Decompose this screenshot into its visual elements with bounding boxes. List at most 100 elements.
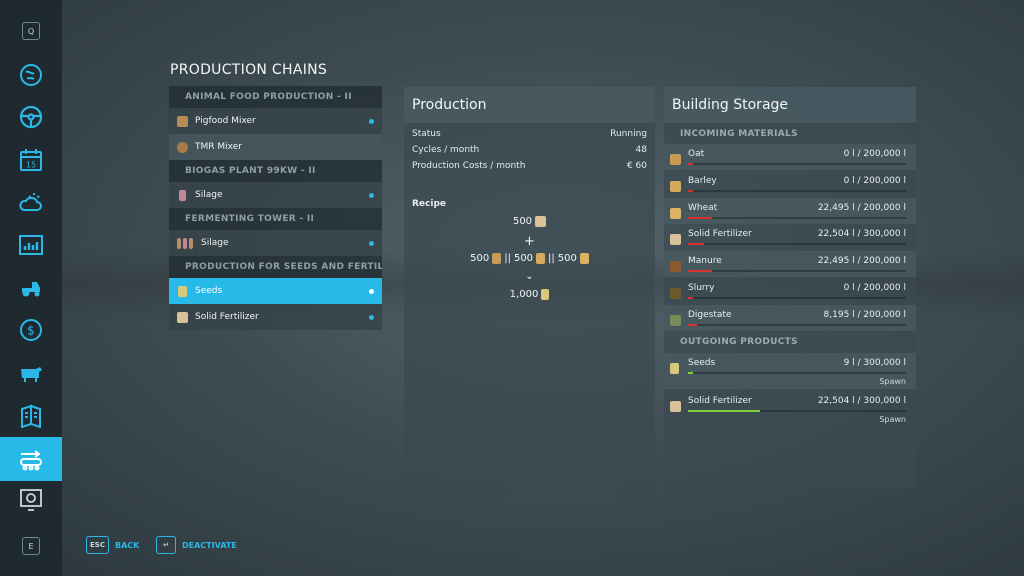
- group-header-seeds-fertilizer[interactable]: PRODUCTION FOR SEEDS AND FERTILIZ…: [169, 256, 382, 278]
- vehicles-button[interactable]: [0, 266, 62, 308]
- back-button[interactable]: ESC BACK: [86, 536, 139, 554]
- tmr-icon: [175, 140, 189, 154]
- group-header-fermenting-tower[interactable]: FERMENTING TOWER - II: [169, 208, 382, 230]
- animals-icon: [21, 367, 42, 382]
- list-item-label: Silage: [195, 190, 223, 200]
- material-quantity: 0 l / 200,000 l: [843, 283, 906, 293]
- contracts-icon: [21, 404, 41, 428]
- fill-level-bar: [688, 189, 906, 192]
- production-chain-list: ANIMAL FOOD PRODUCTION - II Pigfood Mixe…: [169, 86, 382, 330]
- digestate-icon: [670, 311, 683, 326]
- statistics-button[interactable]: [0, 224, 62, 266]
- fill-level: [688, 410, 760, 412]
- map-button[interactable]: [0, 54, 62, 96]
- finances-button[interactable]: $: [0, 309, 62, 351]
- incoming-row-wheat[interactable]: Wheat 22,495 l / 200,000 l: [664, 197, 916, 224]
- fill-level-bar: [688, 297, 906, 299]
- outgoing-products-header: OUTGOING PRODUCTS: [680, 337, 798, 347]
- slurry-icon: [670, 284, 683, 299]
- page-title: PRODUCTION CHAINS: [170, 62, 328, 78]
- material-quantity: 0 l / 200,000 l: [843, 175, 906, 186]
- oat-icon: [670, 150, 683, 165]
- fill-level: [688, 372, 694, 374]
- material-name: Slurry: [688, 283, 715, 293]
- recipe-title: Recipe: [412, 199, 447, 209]
- shortcut-key-e: E: [22, 537, 40, 555]
- fill-level-bar: [688, 243, 906, 246]
- enter-key: ↵: [156, 536, 176, 554]
- list-item-silage-fermenting[interactable]: Silage: [169, 230, 382, 256]
- recipe-output-amount: 1,000: [509, 289, 539, 300]
- wheat-icon: [670, 204, 683, 219]
- help-icon: [20, 489, 42, 511]
- animals-button[interactable]: [0, 352, 62, 394]
- vehicle-control-button[interactable]: [0, 96, 62, 138]
- outgoing-row-seeds[interactable]: Seeds 9 l / 300,000 l Spawn: [664, 353, 916, 389]
- fill-level: [688, 163, 694, 165]
- steering-wheel-icon: [19, 105, 43, 129]
- incoming-row-slurry[interactable]: Slurry 0 l / 200,000 l: [664, 278, 916, 304]
- shortcut-key-q: Q: [22, 22, 40, 40]
- list-item-seeds[interactable]: Seeds: [169, 278, 382, 304]
- incoming-row-solid-fertilizer[interactable]: Solid Fertilizer 22,504 l / 300,000 l: [664, 224, 916, 250]
- barley-icon: [536, 253, 546, 264]
- seeds-icon: [175, 284, 189, 298]
- incoming-row-barley[interactable]: Barley 0 l / 200,000 l: [664, 171, 916, 197]
- seeds-icon: [670, 359, 683, 374]
- list-item-silage-biogas[interactable]: Silage: [169, 182, 382, 208]
- building-storage-panel: Building Storage INCOMING MATERIALS Oat 0…: [664, 87, 916, 489]
- list-item-label: Silage: [201, 238, 229, 248]
- status-label: Status: [412, 129, 441, 139]
- list-item-label: TMR Mixer: [195, 142, 242, 152]
- fill-level-bar: [688, 270, 906, 273]
- silage-icon: [175, 188, 189, 202]
- costs-value: € 60: [626, 161, 647, 171]
- help-button[interactable]: [0, 479, 62, 521]
- group-header-animal-food[interactable]: ANIMAL FOOD PRODUCTION - II: [169, 86, 382, 108]
- fill-level-bar: [688, 216, 906, 219]
- output-mode-spawn[interactable]: Spawn: [879, 415, 906, 424]
- calendar-button[interactable]: 15: [0, 139, 62, 181]
- active-dot-icon: [369, 193, 374, 198]
- deactivate-button[interactable]: ↵ DEACTIVATE: [156, 536, 237, 554]
- fill-level-bar: [688, 410, 906, 412]
- active-dot-icon: [369, 315, 374, 320]
- active-dot-icon: [369, 241, 374, 246]
- active-dot-icon: [369, 289, 374, 294]
- production-chains-icon: [20, 450, 42, 471]
- material-name: Barley: [688, 175, 717, 186]
- recipe-separator: ||: [548, 253, 555, 264]
- seeds-icon: [541, 289, 550, 300]
- outgoing-row-solid-fertilizer[interactable]: Solid Fertilizer 22,504 l / 300,000 l Sp…: [664, 391, 916, 427]
- incoming-row-digestate[interactable]: Digestate 8,195 l / 200,000 l: [664, 304, 916, 331]
- incoming-row-oat[interactable]: Oat 0 l / 200,000 l: [664, 144, 916, 170]
- production-chains-button[interactable]: [0, 437, 62, 481]
- list-item-tmr-mixer[interactable]: TMR Mixer: [169, 134, 382, 160]
- fill-level: [688, 216, 713, 219]
- esc-key: ESC: [86, 536, 109, 554]
- list-item-solid-fertilizer[interactable]: Solid Fertilizer: [169, 304, 382, 330]
- map-icon: [20, 64, 42, 86]
- recipe-plus: +: [524, 234, 535, 249]
- recipe-output-seeds: 1,000: [404, 289, 655, 300]
- barley-icon: [670, 177, 683, 192]
- product-name: Seeds: [688, 358, 716, 368]
- incoming-row-manure[interactable]: Manure 22,495 l / 200,000 l: [664, 251, 916, 278]
- fill-level: [688, 189, 694, 192]
- fill-level: [688, 323, 697, 326]
- vehicles-icon: [22, 282, 40, 297]
- list-item-pigfood-mixer[interactable]: Pigfood Mixer: [169, 108, 382, 134]
- svg-text:$: $: [27, 324, 35, 338]
- output-mode-spawn[interactable]: Spawn: [879, 377, 906, 386]
- material-quantity: 8,195 l / 200,000 l: [823, 309, 906, 320]
- group-header-biogas[interactable]: BIOGAS PLANT 99KW - II: [169, 160, 382, 182]
- contracts-button[interactable]: [0, 394, 62, 436]
- weather-button[interactable]: [0, 181, 62, 223]
- storage-title: Building Storage: [664, 87, 916, 123]
- material-name: Digestate: [688, 309, 732, 320]
- calendar-icon: 15: [20, 149, 42, 171]
- incoming-materials-header: INCOMING MATERIALS: [680, 129, 798, 139]
- fill-level-bar: [688, 163, 906, 165]
- fertilizer-icon: [535, 216, 547, 227]
- fill-level: [688, 243, 705, 246]
